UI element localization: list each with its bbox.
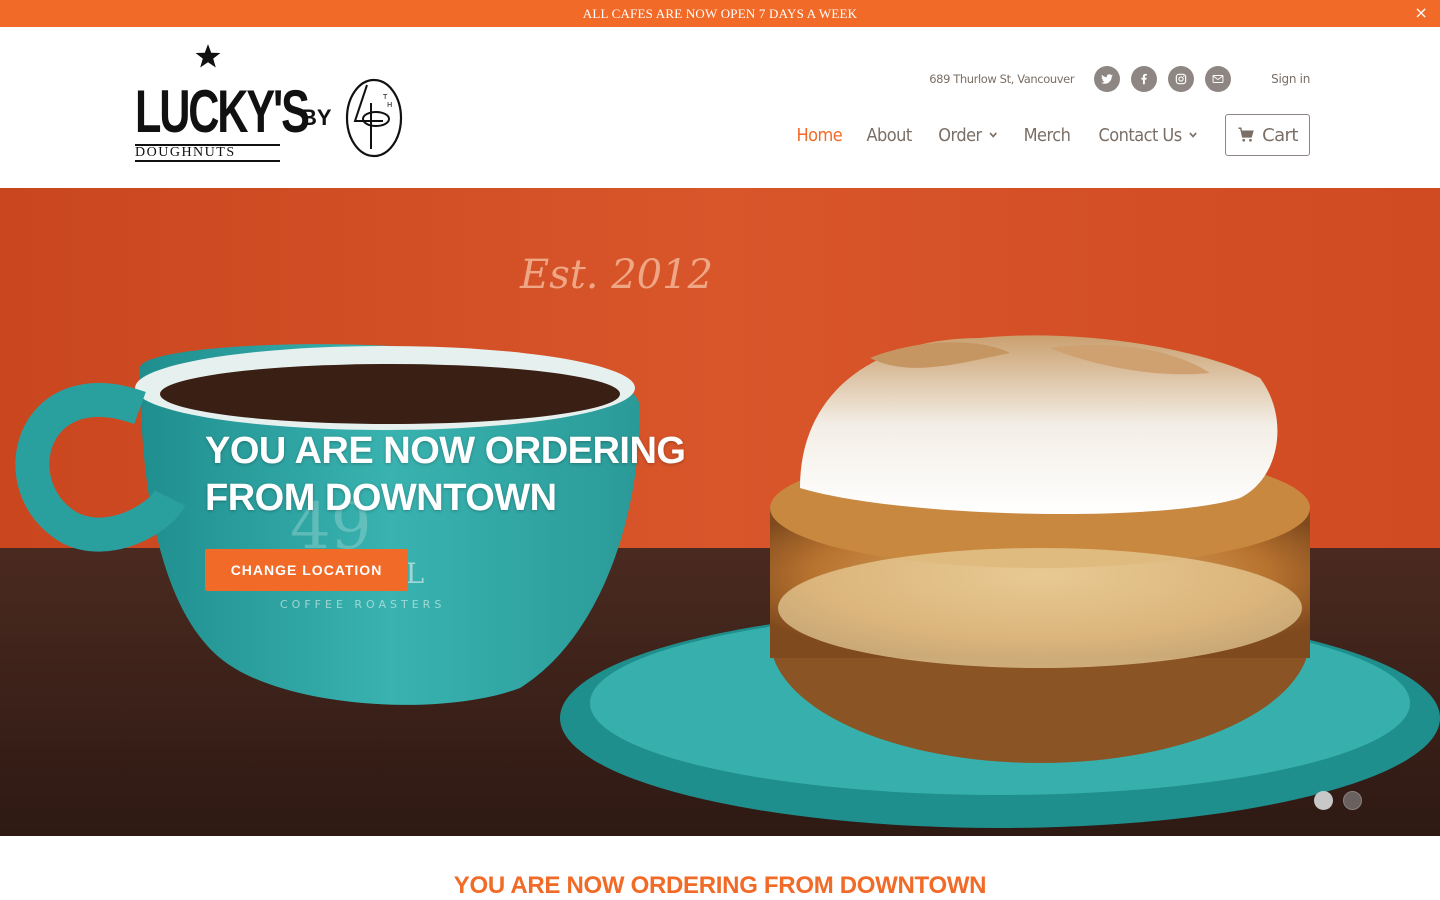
main-nav: Home About Order Merch Contact Us Cart [794,114,1310,156]
cart-button[interactable]: Cart [1225,114,1310,156]
svg-text:Est. 2012: Est. 2012 [519,252,713,298]
chevron-down-icon [989,132,997,138]
hero-title: YOU ARE NOW ORDERING FROM DOWNTOWN [205,430,686,519]
chevron-down-icon [1189,132,1197,138]
nav-home[interactable]: Home [796,125,842,146]
utility-bar: 689 Thurlow St, Vancouver Sign in [929,65,1310,93]
hero-slider: Est. 2012 49 LLEL COFFEE ROASTERS YOU AR… [0,188,1440,836]
announcement-bar: ALL CAFES ARE NOW OPEN 7 DAYS A WEEK × [0,0,1440,27]
logo-wordmark: LUCKY'S [135,78,310,145]
store-address: 689 Thurlow St, Vancouver [929,72,1075,86]
slide-dot-2[interactable] [1343,791,1362,810]
nav-merch[interactable]: Merch [1023,125,1070,146]
facebook-icon[interactable] [1131,66,1158,92]
sign-in-link[interactable]: Sign in [1271,72,1310,86]
announcement-text: ALL CAFES ARE NOW OPEN 7 DAYS A WEEK [582,5,858,21]
section-title: YOU ARE NOW ORDERING FROM DOWNTOWN [453,872,987,899]
change-location-button[interactable]: CHANGE LOCATION [205,549,408,591]
svg-text:H: H [387,101,392,109]
slide-dot-1[interactable] [1314,791,1333,810]
cart-label: Cart [1262,124,1298,146]
star-icon [195,44,221,68]
instagram-icon[interactable] [1168,66,1195,92]
close-icon[interactable]: × [1414,4,1428,22]
nav-about[interactable]: About [867,125,913,146]
logo-by: BY [301,105,332,130]
nav-order[interactable]: Order [938,125,998,146]
cart-icon [1238,127,1254,142]
partner-logo-icon: T H [345,78,403,158]
svg-text:COFFEE ROASTERS: COFFEE ROASTERS [280,598,445,611]
logo-subtitle: DOUGHNUTS [135,144,280,162]
nav-contact[interactable]: Contact Us [1098,125,1197,146]
twitter-icon[interactable] [1094,66,1121,92]
slider-dots [1314,791,1372,810]
logo[interactable]: LUCKY'S DOUGHNUTS BY T H [135,43,405,163]
email-icon[interactable] [1205,66,1232,92]
site-header: LUCKY'S DOUGHNUTS BY T H 689 Thurlow St,… [0,27,1440,177]
svg-text:T: T [382,93,388,101]
